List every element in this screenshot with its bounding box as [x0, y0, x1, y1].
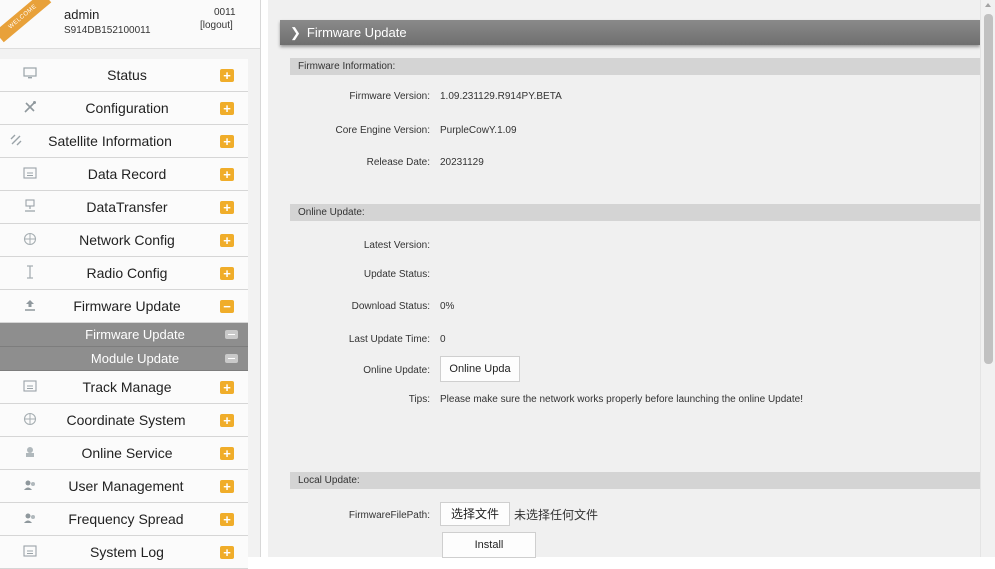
online-update-label: Online Update:: [363, 365, 430, 376]
firmware-version-label: Firmware Version:: [349, 91, 430, 102]
users-icon: [22, 511, 38, 527]
release-date-value: 20231129: [440, 157, 484, 168]
users-icon: [22, 478, 38, 494]
monitor-icon: [22, 67, 38, 83]
globe-icon: [22, 232, 38, 248]
choose-file-button[interactable]: 选择文件: [440, 502, 510, 526]
expand-icon[interactable]: +: [220, 69, 234, 82]
nav-item-system-log[interactable]: System Log +: [0, 536, 248, 569]
page-title-bar: ❯ Firmware Update: [280, 20, 980, 45]
device-serial: S914DB152100011: [64, 25, 151, 36]
vertical-scrollbar[interactable]: [980, 0, 995, 557]
nav-label: Online Service: [81, 445, 173, 461]
expand-icon[interactable]: +: [220, 414, 234, 427]
logout-link[interactable]: [logout]: [200, 20, 233, 31]
calendar-icon: [22, 379, 38, 395]
nav-label: System Log: [90, 544, 164, 560]
expand-icon[interactable]: +: [220, 381, 234, 394]
nav-label: Status: [107, 67, 147, 83]
nav-label: DataTransfer: [86, 199, 168, 215]
user-panel: WELCOME admin S914DB152100011 0011 [logo…: [0, 0, 260, 49]
no-file-selected-text: 未选择任何文件: [514, 508, 599, 522]
online-update-header: Online Update:: [290, 204, 980, 221]
expand-icon[interactable]: +: [220, 168, 234, 181]
expand-icon[interactable]: +: [220, 546, 234, 559]
release-date-label: Release Date:: [366, 157, 430, 168]
cloud-icon: [22, 445, 38, 461]
chevron-right-icon: ❯: [290, 25, 301, 40]
nav-item-online-service[interactable]: Online Service +: [0, 437, 248, 470]
expand-icon[interactable]: +: [220, 480, 234, 493]
download-status-value: 0%: [440, 301, 455, 312]
welcome-ribbon-text: WELCOME: [0, 0, 52, 43]
upload-icon: [22, 298, 38, 314]
network-icon: [22, 199, 38, 215]
nav-label: Coordinate System: [66, 412, 186, 428]
update-status-label: Update Status:: [363, 269, 430, 280]
calendar-icon: [22, 544, 38, 560]
nav-item-user-management[interactable]: User Management +: [0, 470, 248, 503]
online-update-button[interactable]: Online Upda: [440, 356, 520, 382]
tips-label: Tips:: [408, 394, 430, 405]
tools-icon: [22, 100, 38, 116]
device-code: 0011: [214, 7, 236, 18]
welcome-ribbon: WELCOME: [0, 0, 56, 44]
last-update-time-label: Last Update Time:: [348, 334, 430, 345]
firmware-version-value: 1.09.231129.R914PY.BETA: [440, 91, 562, 102]
latest-version-label: Latest Version:: [363, 240, 430, 251]
expand-icon[interactable]: +: [220, 102, 234, 115]
minus-icon: [225, 354, 238, 363]
tips-text: Please make sure the network works prope…: [440, 394, 803, 405]
expand-icon[interactable]: +: [220, 447, 234, 460]
nav-label: User Management: [68, 478, 184, 494]
scroll-up-icon[interactable]: [985, 3, 991, 7]
username: admin: [64, 7, 100, 22]
calendar-icon: [22, 166, 38, 182]
main-content: ❯ Firmware Update Firmware Information: F…: [268, 0, 980, 558]
local-update-header: Local Update:: [290, 472, 980, 489]
download-status-label: Download Status:: [351, 301, 430, 312]
firmware-file-path-label: FirmwareFilePath:: [348, 510, 430, 521]
nav-item-datatransfer[interactable]: DataTransfer +: [0, 191, 248, 224]
page-title: Firmware Update: [306, 25, 407, 40]
nav-item-coordinate-system[interactable]: Coordinate System +: [0, 404, 248, 437]
satellite-icon: [8, 133, 24, 149]
expand-icon[interactable]: +: [220, 135, 234, 148]
core-engine-value: PurpleCowY.1.09: [440, 125, 517, 136]
globe-icon: [22, 412, 38, 428]
expand-icon[interactable]: +: [220, 201, 234, 214]
core-engine-label: Core Engine Version:: [335, 125, 430, 136]
scrollbar-thumb[interactable]: [984, 14, 993, 364]
nav-item-status[interactable]: Status +: [0, 59, 248, 92]
last-update-time-value: 0: [440, 334, 446, 345]
firmware-info-header: Firmware Information:: [290, 58, 980, 75]
install-button[interactable]: Install: [442, 532, 536, 558]
antenna-icon: [22, 265, 38, 281]
